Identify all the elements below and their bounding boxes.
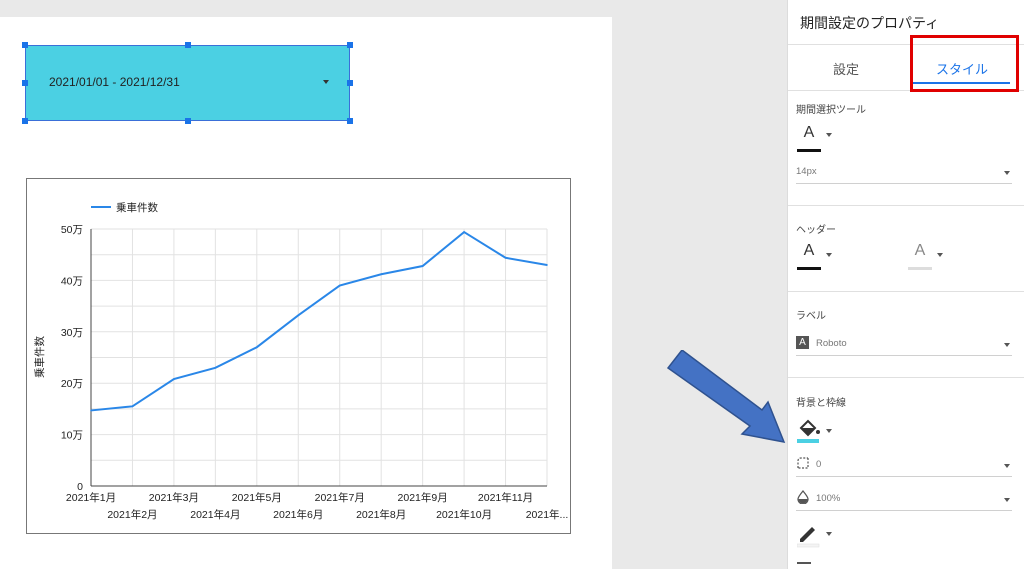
data-point[interactable]	[173, 378, 175, 380]
opacity-drop-icon	[797, 490, 809, 504]
chevron-down-icon[interactable]	[826, 532, 832, 536]
x-tick-label: 2021年4月	[190, 508, 240, 521]
section-title-label: ラベル	[796, 311, 826, 322]
data-point[interactable]	[504, 256, 507, 259]
legend-label: 乗車件数	[116, 201, 158, 214]
section-title-background-border: 背景と枠線	[796, 398, 846, 409]
font-color-button[interactable]: A	[797, 124, 821, 152]
font-family-select[interactable]: A Roboto	[796, 334, 1012, 356]
font-color-swatch	[797, 149, 821, 152]
font-color-swatch	[908, 267, 932, 270]
tab-settings[interactable]: 設定	[833, 59, 859, 78]
properties-panel: 期間設定のプロパティ 設定 スタイル 期間選択ツール A 14px ヘッダー A…	[787, 0, 1024, 569]
data-point[interactable]	[338, 284, 341, 287]
y-tick-label: 10万	[61, 430, 83, 442]
opacity-select[interactable]: 100%	[796, 489, 1012, 511]
header-bg-color-button[interactable]: A	[908, 242, 932, 270]
x-tick-label: 2021年11月	[478, 491, 533, 504]
x-tick-label: 2021年7月	[315, 491, 365, 504]
resize-handle-top-right[interactable]	[347, 42, 353, 48]
chevron-down-icon[interactable]	[826, 253, 832, 257]
data-point[interactable]	[463, 231, 465, 233]
date-range-control[interactable]: 2021/01/01 - 2021/12/31	[25, 45, 350, 121]
data-point[interactable]	[421, 265, 424, 267]
x-tick-label: 2021年...	[526, 508, 569, 521]
data-point[interactable]	[380, 273, 382, 276]
time-series-chart[interactable]: 0 10万 20万 30万 40万 50万 2021年1月 2021年2月 2021年3月 20…	[26, 178, 571, 534]
border-radius-select[interactable]: 0	[796, 455, 1012, 477]
y-tick-label: 30万	[61, 327, 83, 339]
opacity-value: 100%	[816, 493, 841, 504]
date-range-value: 2021/01/01 - 2021/12/31	[49, 75, 180, 89]
resize-handle-bottom[interactable]	[185, 118, 191, 124]
y-tick-label: 20万	[61, 378, 83, 390]
chevron-down-icon[interactable]	[826, 133, 832, 137]
border-color-button[interactable]	[796, 522, 823, 548]
x-tick-label: 2021年1月	[66, 491, 116, 504]
panel-title: 期間設定のプロパティ	[800, 16, 940, 32]
font-color-icon: A	[803, 242, 815, 259]
chevron-down-icon	[1004, 464, 1010, 468]
chart-svg: 010万20万30万40万50万 2021年1月2021年2月2021年3月20…	[33, 201, 569, 521]
font-color-swatch	[797, 267, 821, 270]
y-axis-label: 乗車件数	[33, 336, 46, 378]
resize-handle-bottom-left[interactable]	[22, 118, 28, 124]
chevron-down-icon	[1004, 171, 1010, 175]
resize-handle-right[interactable]	[347, 80, 353, 86]
font-size-value: 14px	[796, 166, 817, 177]
highlight-box	[910, 35, 1019, 92]
font-color-icon: A	[914, 242, 926, 259]
font-size-select[interactable]: 14px	[796, 162, 1012, 184]
font-family-value: Roboto	[816, 338, 847, 349]
annotation-arrow-icon	[666, 350, 786, 443]
divider	[788, 205, 1024, 206]
data-point[interactable]	[90, 409, 92, 412]
resize-handle-left[interactable]	[22, 80, 28, 86]
chevron-down-icon	[1004, 343, 1010, 347]
data-point[interactable]	[297, 314, 300, 317]
section-title-period-selector: 期間選択ツール	[796, 105, 866, 116]
x-tick-label: 2021年6月	[273, 508, 323, 521]
header-font-color-button[interactable]: A	[797, 242, 821, 270]
dropdown-caret-icon	[323, 80, 329, 84]
x-tick-label: 2021年3月	[149, 491, 199, 504]
data-point[interactable]	[546, 264, 548, 266]
resize-handle-top-left[interactable]	[22, 42, 28, 48]
chevron-down-icon[interactable]	[826, 429, 832, 433]
data-point[interactable]	[131, 405, 134, 408]
divider	[788, 377, 1024, 378]
border-radius-value: 0	[816, 459, 822, 470]
fill-color-button[interactable]	[797, 416, 823, 444]
chevron-down-icon[interactable]	[937, 253, 943, 257]
resize-handle-top[interactable]	[185, 42, 191, 48]
pencil-icon	[796, 527, 820, 548]
paint-bucket-icon	[797, 419, 820, 443]
x-tick-label: 2021年8月	[356, 508, 406, 521]
data-point[interactable]	[256, 346, 258, 349]
border-weight-icon	[797, 562, 811, 564]
border-radius-icon	[797, 457, 809, 469]
font-family-icon: A	[796, 336, 809, 349]
resize-handle-bottom-right[interactable]	[347, 118, 353, 124]
x-tick-label: 2021年10月	[436, 508, 492, 521]
x-tick-label: 2021年5月	[232, 491, 282, 504]
x-tick-label: 2021年9月	[398, 491, 448, 504]
section-title-header: ヘッダー	[796, 225, 836, 236]
data-point[interactable]	[214, 366, 217, 369]
x-tick-label: 2021年2月	[107, 508, 157, 521]
chevron-down-icon	[1004, 498, 1010, 502]
font-color-icon: A	[803, 124, 815, 141]
y-tick-label: 40万	[61, 275, 83, 287]
y-tick-label: 50万	[61, 224, 83, 236]
divider	[788, 291, 1024, 292]
